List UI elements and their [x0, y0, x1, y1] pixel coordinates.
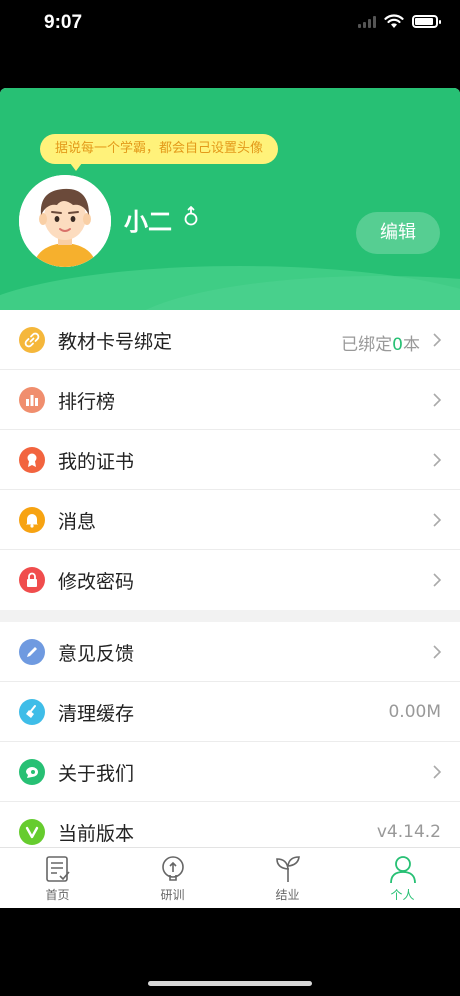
chevron-right-icon [433, 333, 442, 347]
app-screen: 据说每一个学霸，都会自己设置头像 小二 编辑 教材卡号绑定 已绑定0本 排行榜 … [0, 88, 460, 908]
profile-header: 据说每一个学霸，都会自己设置头像 小二 编辑 [0, 88, 460, 310]
menu-item-certificates[interactable]: 我的证书 [0, 430, 460, 490]
avatar-tip-bubble: 据说每一个学霸，都会自己设置头像 [40, 134, 279, 171]
menu-item-clear-cache[interactable]: 清理缓存 0.00M [0, 682, 460, 742]
menu-item-label: 我的证书 [58, 451, 135, 473]
username: 小二 [124, 208, 172, 236]
cache-size: 0.00M [388, 702, 441, 722]
pencil-icon [19, 639, 45, 665]
home-indicator[interactable] [148, 981, 312, 986]
signal-icon [358, 15, 376, 28]
menu-item-label: 当前版本 [58, 823, 135, 845]
status-bar: 9:07 [0, 0, 460, 50]
version-icon [19, 819, 45, 845]
menu-group-app: 意见反馈 清理缓存 0.00M 关于我们 当前版本 v4.14.2 [0, 622, 460, 862]
status-icons [358, 14, 441, 29]
menu-item-label: 消息 [58, 511, 97, 533]
app-version: v4.14.2 [376, 822, 441, 842]
male-gender-icon [184, 206, 198, 226]
tab-profile[interactable]: 个人 [345, 848, 460, 908]
bell-icon [19, 507, 45, 533]
home-list-icon [45, 856, 70, 882]
tab-label: 首页 [45, 888, 70, 902]
chevron-right-icon [433, 453, 442, 467]
menu-item-leaderboard[interactable]: 排行榜 [0, 370, 460, 430]
tab-training[interactable]: 研训 [115, 848, 230, 908]
menu-item-label: 关于我们 [58, 763, 135, 785]
menu-group-account: 教材卡号绑定 已绑定0本 排行榜 我的证书 消息 修改密码 [0, 310, 460, 610]
about-icon [19, 759, 45, 785]
menu-item-about-us[interactable]: 关于我们 [0, 742, 460, 802]
status-time: 9:07 [44, 12, 83, 33]
menu-item-label: 教材卡号绑定 [58, 331, 173, 353]
avatar[interactable] [19, 175, 111, 267]
menu-item-label: 清理缓存 [58, 703, 135, 725]
bar-chart-icon [19, 387, 45, 413]
menu-item-label: 排行榜 [58, 391, 116, 413]
link-icon [19, 327, 45, 353]
menu-item-feedback[interactable]: 意见反馈 [0, 622, 460, 682]
chevron-right-icon [433, 513, 442, 527]
edit-profile-button[interactable]: 编辑 [356, 212, 440, 254]
tab-label: 个人 [390, 888, 415, 902]
chevron-right-icon [433, 393, 442, 407]
avatar-image [19, 175, 111, 267]
broom-icon [19, 699, 45, 725]
binding-status: 已绑定0本 [341, 335, 420, 355]
tab-label: 研训 [160, 888, 185, 902]
chevron-right-icon [433, 645, 442, 659]
tab-label: 结业 [275, 888, 300, 902]
bulb-icon [161, 856, 184, 881]
chevron-right-icon [433, 573, 442, 587]
menu-item-messages[interactable]: 消息 [0, 490, 460, 550]
chevron-right-icon [433, 765, 442, 779]
bottom-tab-bar: 首页 研训 结业 个人 [0, 847, 460, 908]
wifi-icon [384, 14, 404, 28]
tab-home[interactable]: 首页 [0, 848, 115, 908]
menu-item-label: 意见反馈 [58, 643, 135, 665]
lock-icon [19, 567, 45, 593]
menu-item-label: 修改密码 [58, 571, 135, 593]
certificate-icon [19, 447, 45, 473]
tab-graduation[interactable]: 结业 [230, 848, 345, 908]
person-icon [389, 856, 416, 884]
menu-item-textbook-card-binding[interactable]: 教材卡号绑定 已绑定0本 [0, 310, 460, 370]
battery-icon [412, 15, 441, 28]
menu-item-change-password[interactable]: 修改密码 [0, 550, 460, 610]
bound-count: 0 [392, 335, 403, 355]
sprout-icon [275, 856, 300, 882]
